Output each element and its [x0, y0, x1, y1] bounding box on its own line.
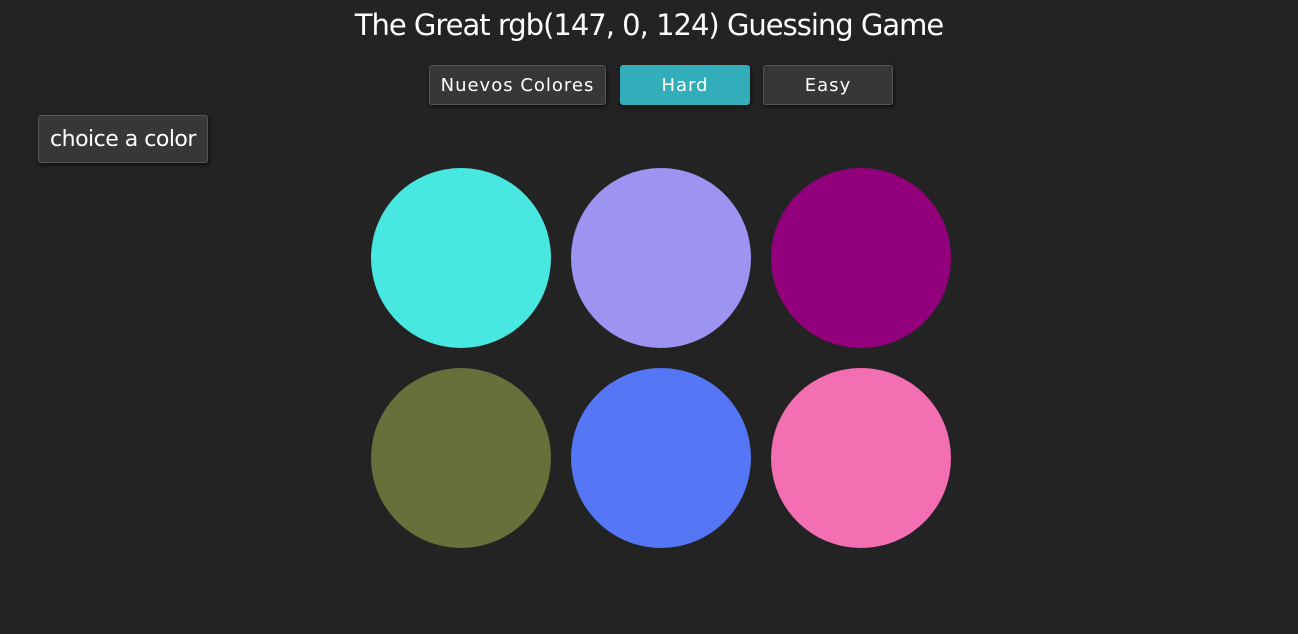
color-square[interactable] [571, 168, 751, 348]
page-title: The Great rgb(147, 0, 124) Guessing Game [354, 8, 945, 42]
color-square[interactable] [371, 368, 551, 548]
message-button[interactable]: choice a color [38, 115, 208, 163]
color-square[interactable] [771, 368, 951, 548]
new-colors-button[interactable]: Nuevos Colores [429, 65, 606, 105]
color-square[interactable] [371, 168, 551, 348]
color-square[interactable] [571, 368, 751, 548]
color-square[interactable] [771, 168, 951, 348]
hard-mode-button[interactable]: Hard [620, 65, 750, 105]
game-page: The Great rgb(147, 0, 124) Guessing Game… [0, 0, 1298, 634]
easy-mode-button[interactable]: Easy [763, 65, 893, 105]
